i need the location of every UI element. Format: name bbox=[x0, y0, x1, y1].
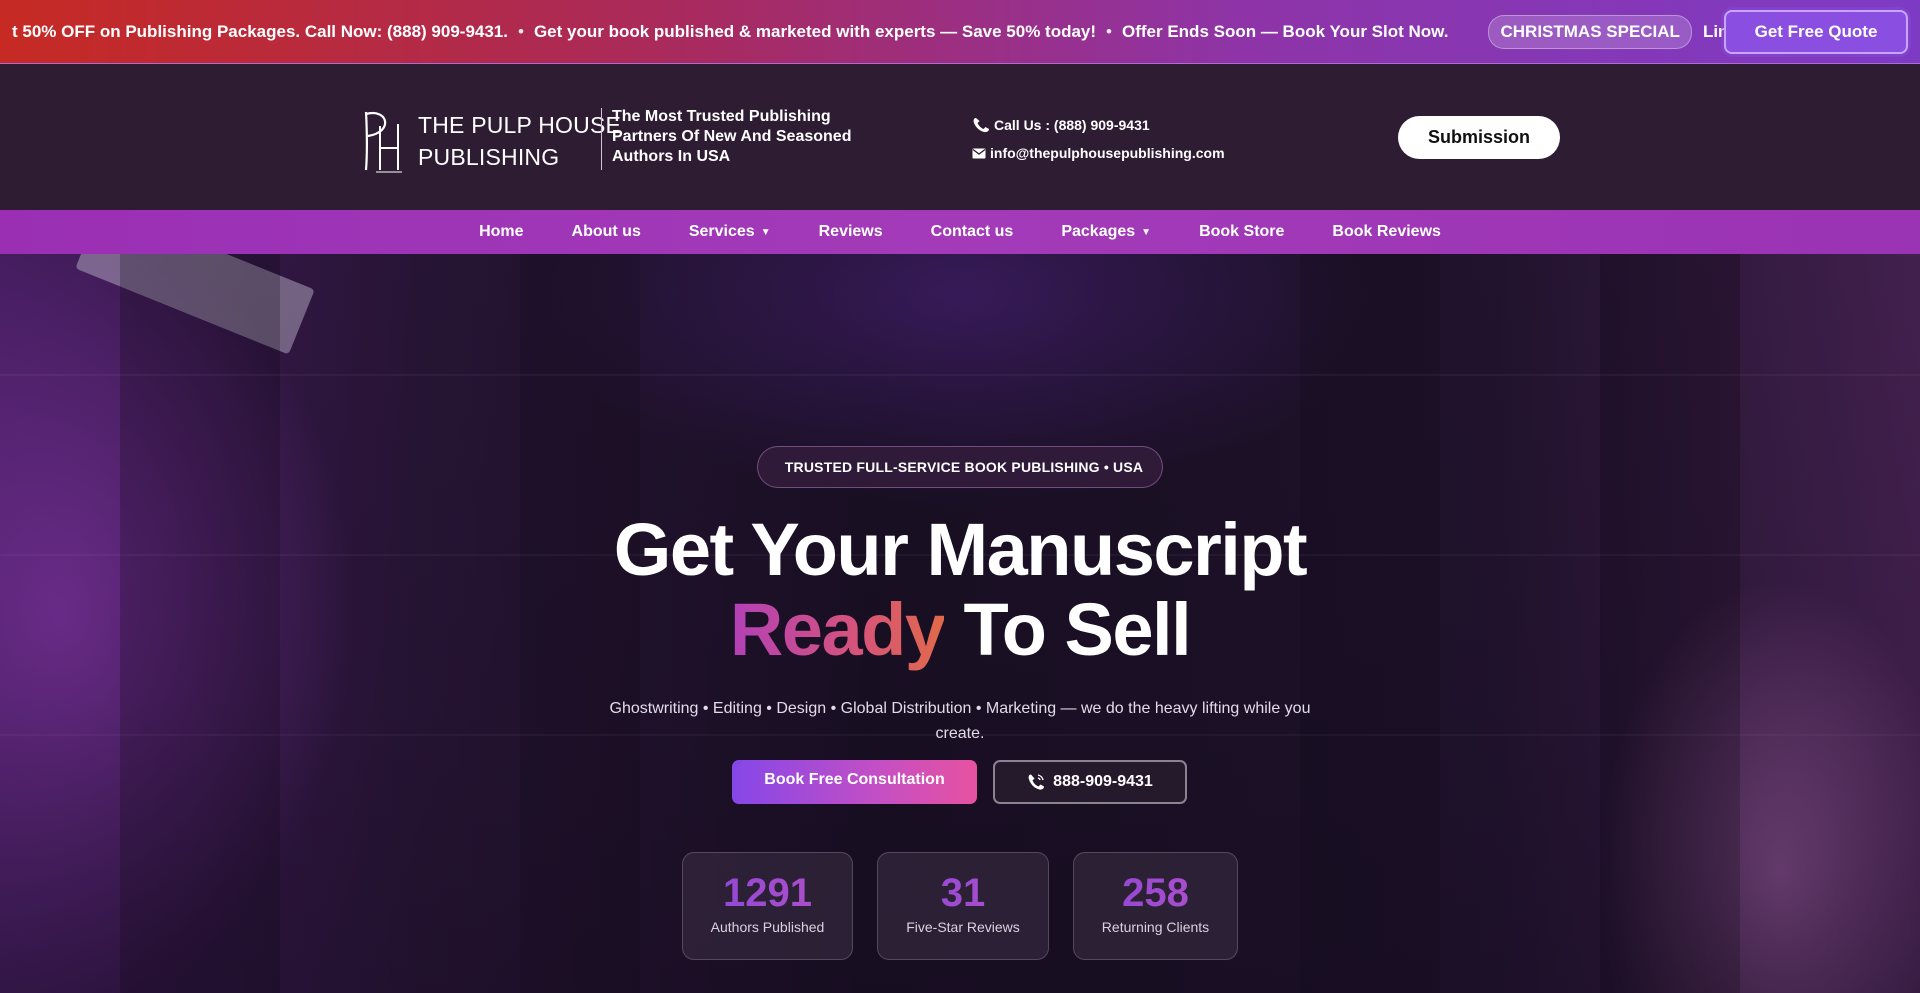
submission-button[interactable]: Submission bbox=[1398, 116, 1560, 159]
call-phone-button[interactable]: 888-909-9431 bbox=[993, 760, 1187, 804]
promo-message: t 50% OFF on Publishing Packages. Call N… bbox=[12, 22, 508, 41]
nav-label: Book Store bbox=[1199, 223, 1285, 240]
stat-value: 31 bbox=[878, 871, 1048, 915]
nav-label: Home bbox=[479, 223, 524, 240]
stat-label: Returning Clients bbox=[1101, 919, 1210, 935]
stat-value: 258 bbox=[1074, 871, 1237, 915]
stat-value: 1291 bbox=[683, 871, 852, 915]
header-tagline: The Most Trusted Publishing Partners Of … bbox=[612, 108, 852, 165]
call-phone-text: 888-909-9431 bbox=[1053, 773, 1153, 790]
stat-label: Five-Star Reviews bbox=[906, 919, 1020, 935]
header-phone-link[interactable]: Call Us : (888) 909-9431 bbox=[972, 116, 1225, 134]
promo-ticker: t 50% OFF on Publishing Packages. Call N… bbox=[12, 0, 1779, 63]
envelope-icon bbox=[972, 148, 986, 158]
nav-label: About us bbox=[571, 223, 641, 240]
caret-down-icon: ▼ bbox=[1141, 226, 1152, 238]
nav-label: Contact us bbox=[930, 223, 1014, 240]
trust-badge: TRUSTED FULL-SERVICE BOOK PUBLISHING • U… bbox=[757, 446, 1163, 488]
caret-down-icon: ▼ bbox=[760, 226, 771, 238]
nav-item-book-reviews[interactable]: Book Reviews bbox=[1308, 223, 1464, 241]
promo-message: Get your book published & marketed with … bbox=[533, 22, 1097, 41]
phone-icon bbox=[973, 118, 989, 133]
nav-item-contact-us[interactable]: Contact us bbox=[907, 223, 1038, 241]
ph-monogram-icon bbox=[364, 111, 402, 173]
promo-bar: t 50% OFF on Publishing Packages. Call N… bbox=[0, 0, 1920, 64]
logo-divider bbox=[601, 108, 602, 170]
header-email-text: info@thepulphousepublishing.com bbox=[990, 145, 1225, 161]
nav-item-services[interactable]: Services ▼ bbox=[665, 223, 795, 241]
header-contact: Call Us : (888) 909-9431 info@thepulphou… bbox=[972, 116, 1225, 162]
nav-item-book-store[interactable]: Book Store bbox=[1175, 223, 1308, 241]
nav-item-home[interactable]: Home bbox=[455, 223, 547, 241]
nav-item-reviews[interactable]: Reviews bbox=[795, 223, 907, 241]
site-logo[interactable]: THE PULP HOUSE PUBLISHING bbox=[358, 104, 621, 178]
hero-section: TRUSTED FULL-SERVICE BOOK PUBLISHING • U… bbox=[0, 254, 1920, 993]
stat-card: 1291 Authors Published bbox=[682, 852, 853, 960]
logo-line-1: THE PULP HOUSE bbox=[418, 112, 622, 138]
nav-item-packages[interactable]: Packages ▼ bbox=[1037, 223, 1175, 241]
logo-line-2: PUBLISHING bbox=[418, 144, 560, 170]
phone-icon bbox=[1028, 774, 1045, 790]
promo-separator: • bbox=[1106, 22, 1112, 41]
stat-card: 258 Returning Clients bbox=[1073, 852, 1238, 960]
book-free-consultation-button[interactable]: Book Free Consultation bbox=[732, 760, 977, 804]
stat-label: Authors Published bbox=[710, 919, 825, 935]
hero-title: Get Your Manuscript Ready To Sell bbox=[560, 510, 1360, 670]
main-nav: Home About us Services ▼ Reviews Contact … bbox=[0, 210, 1920, 254]
hero-title-line-1: Get Your Manuscript bbox=[613, 508, 1308, 591]
hero-subtitle: Ghostwriting • Editing • Design • Global… bbox=[609, 700, 1311, 742]
get-free-quote-button[interactable]: Get Free Quote bbox=[1724, 10, 1908, 54]
hero-title-rest: To Sell bbox=[963, 588, 1192, 671]
promo-separator: • bbox=[518, 22, 524, 41]
christmas-special-badge: CHRISTMAS SPECIAL bbox=[1488, 15, 1692, 49]
header-email-link[interactable]: info@thepulphousepublishing.com bbox=[972, 144, 1225, 162]
promo-message: Offer Ends Soon — Book Your Slot Now. bbox=[1122, 22, 1449, 41]
stat-card: 31 Five-Star Reviews bbox=[877, 852, 1049, 960]
logo-wordmark: THE PULP HOUSE PUBLISHING bbox=[418, 109, 621, 173]
site-header: THE PULP HOUSE PUBLISHING The Most Trust… bbox=[0, 64, 1920, 210]
nav-label: Reviews bbox=[818, 223, 883, 240]
nav-label: Packages bbox=[1061, 223, 1136, 240]
hero-title-accent: Ready bbox=[729, 588, 946, 671]
header-phone-text: Call Us : (888) 909-9431 bbox=[994, 117, 1150, 133]
nav-item-about-us[interactable]: About us bbox=[548, 223, 665, 241]
nav-label: Book Reviews bbox=[1332, 223, 1441, 240]
trust-badge-text: TRUSTED FULL-SERVICE BOOK PUBLISHING • U… bbox=[784, 459, 1144, 475]
nav-label: Services bbox=[688, 223, 755, 240]
